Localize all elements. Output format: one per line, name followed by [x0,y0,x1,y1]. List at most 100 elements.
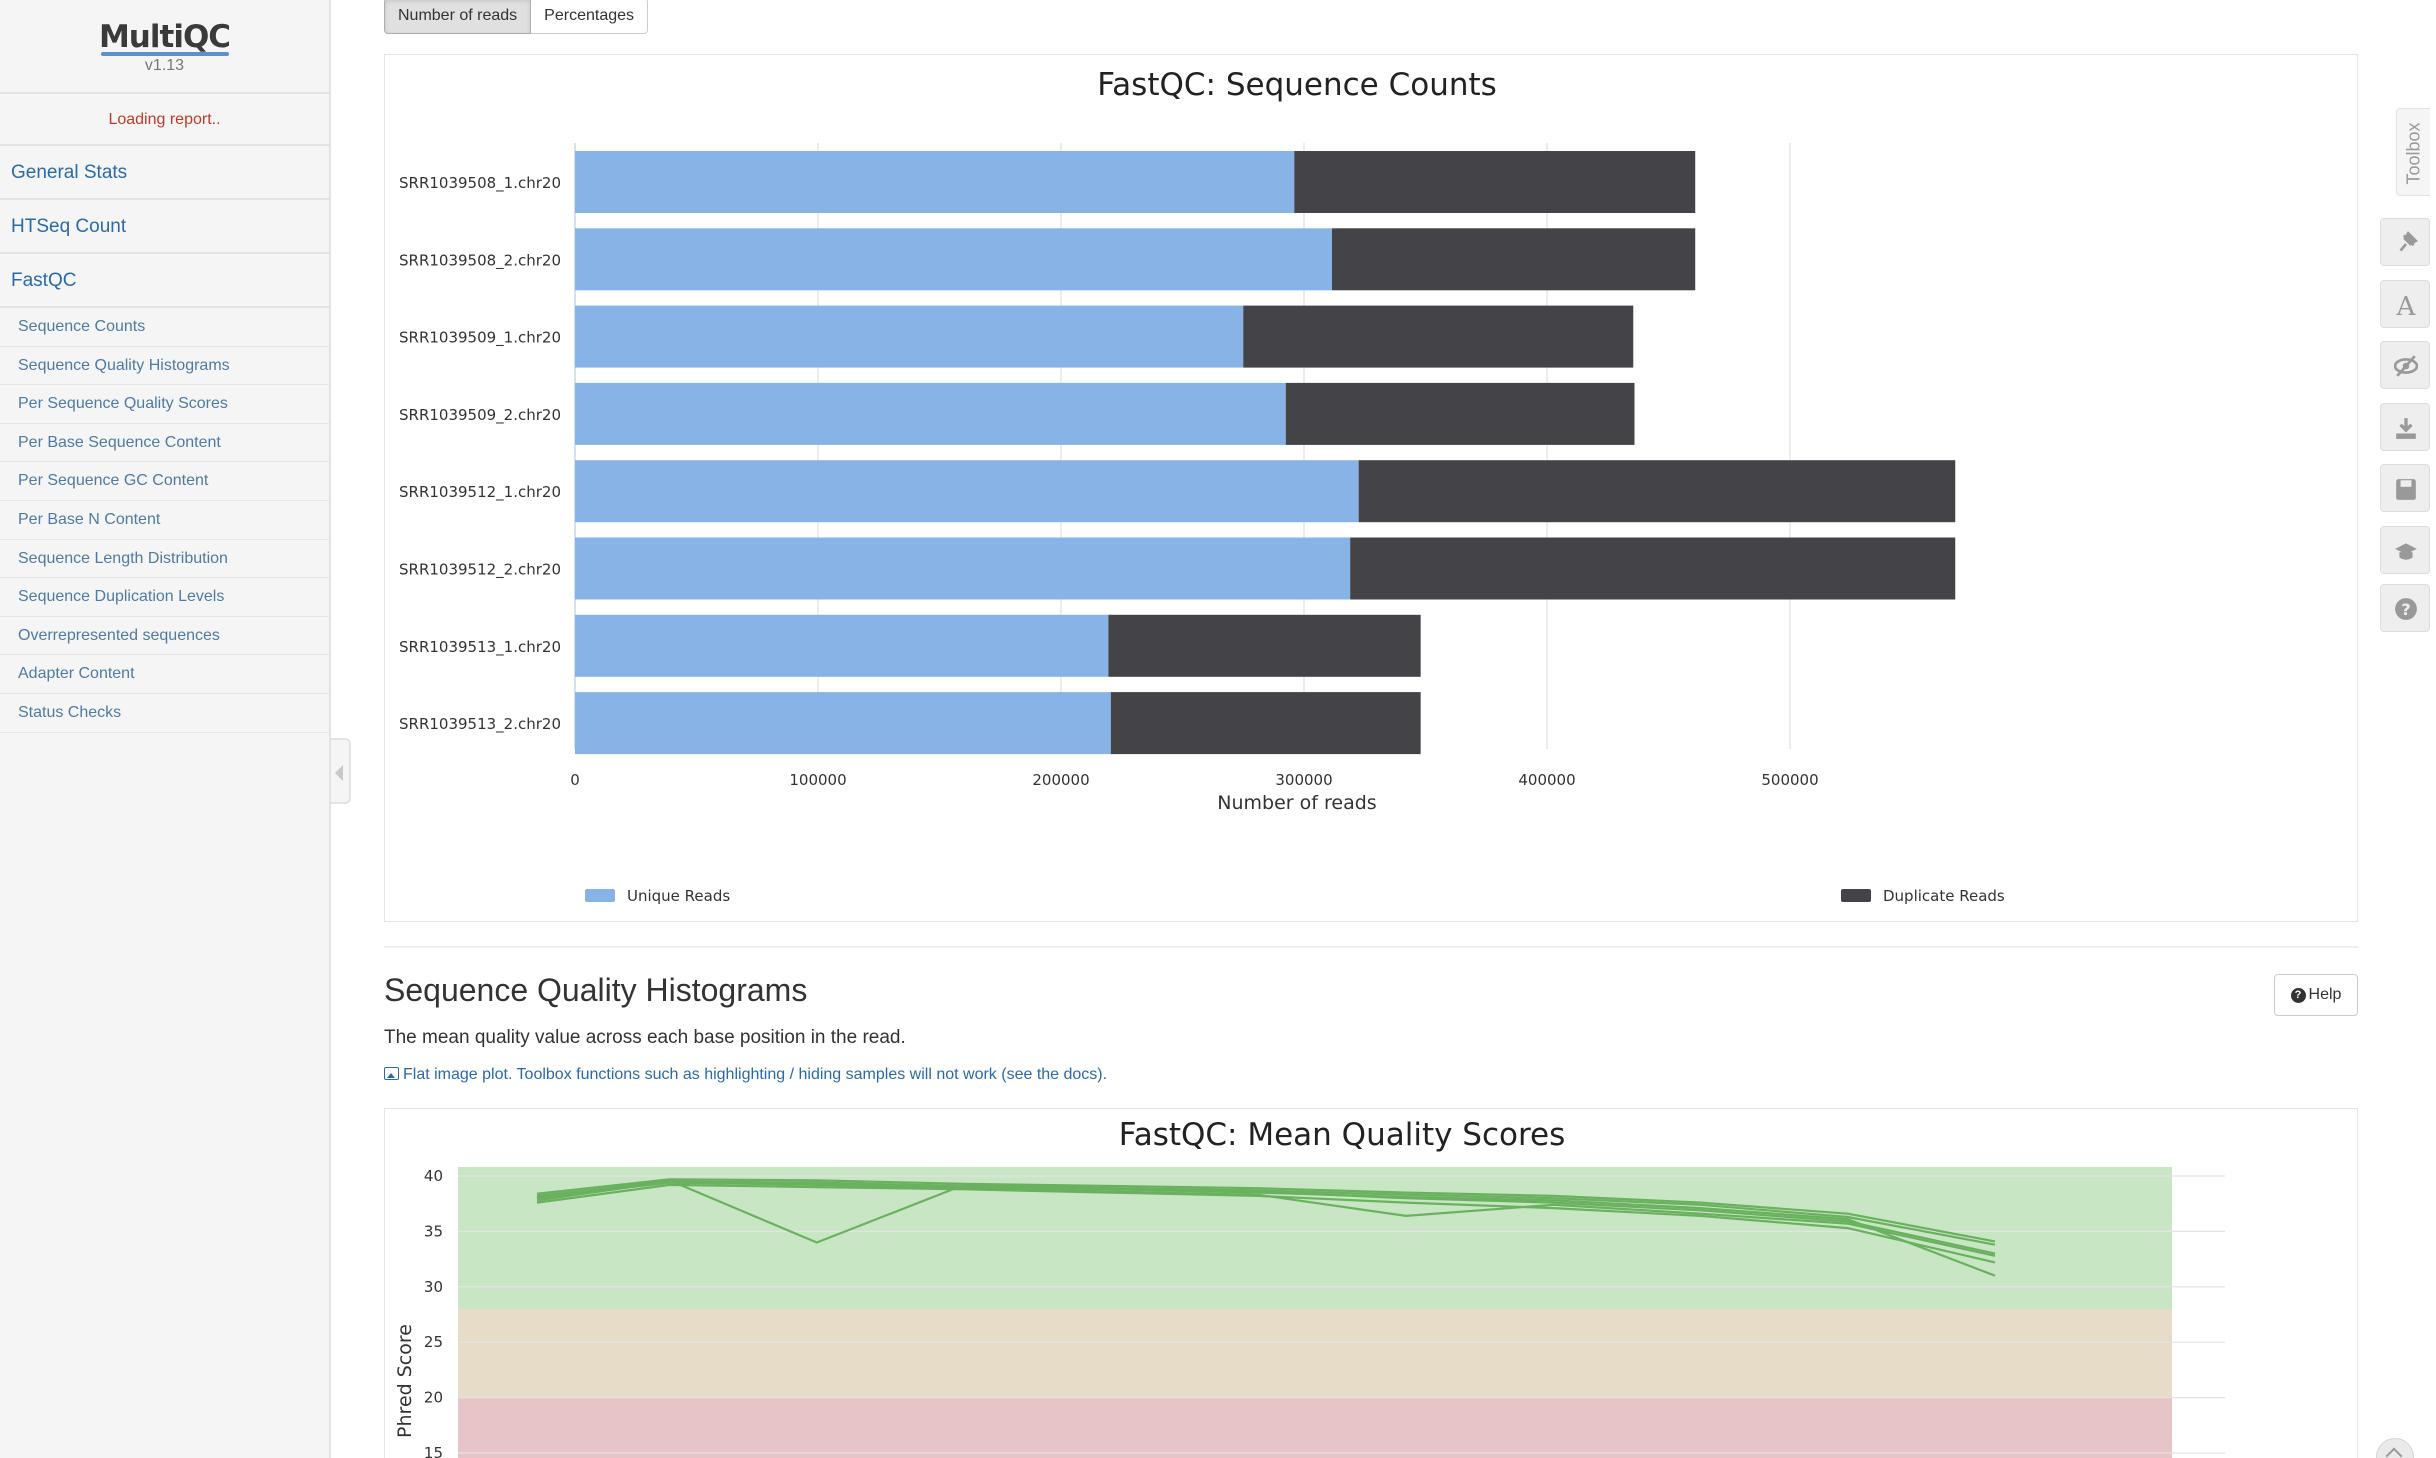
y-axis-label: Phred Score [394,1324,416,1438]
category-label: SRR1039513_1.chr20 [399,638,561,657]
pin-icon [2399,231,2418,252]
legend-swatch [585,889,615,902]
bar-unique-reads [575,537,1351,600]
chart-title: FastQC: Sequence Counts [1097,67,1497,103]
bar-unique-reads [575,614,1109,677]
sequence-counts-plot: FastQC: Sequence Counts SRR1039508_1.chr2… [384,54,2358,922]
section-divider [384,946,2358,948]
bar-unique-reads [575,692,1111,755]
toolbox-label: Toolbox [2403,122,2424,185]
bar-unique-reads [575,382,1286,445]
toolbox-tab[interactable]: Toolbox [2396,108,2430,196]
image-icon [384,1067,399,1080]
sidebar: MultiQC v1.13 Loading report.. General S… [0,0,331,1458]
mean-quality-plot: FastQC: Mean Quality Scores 15 20 25 30 35 40 P… [384,1108,2358,1458]
save-icon [2396,479,2416,500]
help-label: Help [2308,986,2342,1003]
sidebar-subitem-sequence-quality-histograms[interactable]: Sequence Quality Histograms [0,347,329,386]
section-description: The mean quality value across each base … [384,1027,906,1048]
sidebar-item-fastqc[interactable]: FastQC [0,254,329,308]
chart-title: FastQC: Mean Quality Scores [1119,1117,1566,1153]
data-toggle-group: Number of reads Percentages [384,0,649,34]
mean-quality-chart: FastQC: Mean Quality Scores 15 20 25 30 35 40 P… [394,1117,2225,1458]
quality-band-bad [458,1397,2172,1458]
help-button[interactable]: ? Help [2274,974,2358,1016]
logo[interactable]: MultiQC v1.13 [0,0,329,94]
x-tick-label: 400000 [1518,771,1575,789]
eye-slash-icon [2394,355,2418,377]
font-icon: A [2396,293,2417,317]
svg-text:?: ? [2401,600,2411,619]
legend-label: Unique Reads [627,887,730,905]
legend-label: Duplicate Reads [1883,887,2005,905]
legend-swatch [1841,889,1871,902]
section-title: Sequence Quality Histograms [384,972,808,1008]
sidebar-subitem-overrepresented-sequences[interactable]: Overrepresented sequences [0,617,329,656]
bar-duplicate-reads [1285,382,1635,445]
y-tick-label: 35 [424,1222,443,1240]
sidebar-subitem-sequence-counts[interactable]: Sequence Counts [0,308,329,347]
svg-text:A: A [2396,293,2417,317]
sidebar-item-general-stats[interactable]: General Stats [0,146,329,200]
question-circle-icon: ? [2395,598,2417,620]
loading-status: Loading report.. [0,94,329,146]
toolbox-download-button[interactable] [2380,403,2430,451]
bar-duplicate-reads [1108,614,1421,677]
flat-note-text: Flat image plot. Toolbox functions such … [403,1066,1108,1083]
bar-duplicate-reads [1350,537,1956,600]
flat-image-note[interactable]: Flat image plot. Toolbox functions such … [384,1066,1107,1084]
bar-duplicate-reads [1294,151,1696,213]
toolbox-font-button[interactable]: A [2380,280,2430,328]
x-tick-label: 100000 [789,771,846,789]
category-label: SRR1039509_1.chr20 [399,329,561,348]
bar-duplicate-reads [1358,460,1956,523]
category-label: SRR1039509_2.chr20 [399,406,561,425]
sidebar-subitem-adapter-content[interactable]: Adapter Content [0,655,329,694]
sidebar-subitem-status-checks[interactable]: Status Checks [0,694,329,733]
quality-band-warn [458,1308,2172,1398]
number-of-reads-button[interactable]: Number of reads [384,0,532,34]
sidebar-subitem-per-sequence-gc-content[interactable]: Per Sequence GC Content [0,462,329,501]
bar-unique-reads [575,305,1244,368]
bar-duplicate-reads [1243,305,1634,368]
download-icon [2396,418,2416,439]
bar-duplicate-reads [1110,692,1421,755]
toolbox-save-button[interactable] [2380,464,2430,512]
version-label: v1.13 [144,57,185,74]
category-label: SRR1039512_1.chr20 [399,483,561,502]
x-tick-label: 0 [570,771,580,789]
y-tick-label: 20 [424,1389,443,1407]
category-label: SRR1039508_2.chr20 [399,251,561,270]
bar-unique-reads [575,228,1332,291]
bar-duplicate-reads [1331,228,1696,291]
bar-unique-reads [575,460,1359,523]
y-tick-label: 25 [424,1333,443,1351]
sidebar-subitem-sequence-length-distribution[interactable]: Sequence Length Distribution [0,540,329,579]
category-label: SRR1039513_2.chr20 [399,715,561,734]
percentages-button[interactable]: Percentages [531,0,649,34]
y-tick-label: 15 [424,1444,443,1458]
scroll-to-top-button[interactable] [2376,1438,2414,1458]
toolbox-graduation-cap-button[interactable] [2380,526,2430,574]
graduation-cap-icon [2395,543,2417,560]
y-tick-label: 30 [424,1278,443,1296]
sidebar-subitem-per-sequence-quality-scores[interactable]: Per Sequence Quality Scores [0,385,329,424]
sidebar-subitem-sequence-duplication-levels[interactable]: Sequence Duplication Levels [0,578,329,617]
sidebar-subitem-per-base-n-content[interactable]: Per Base N Content [0,501,329,540]
x-axis-label: Number of reads [1217,792,1376,814]
category-label: SRR1039508_1.chr20 [399,174,561,193]
x-tick-label: 500000 [1761,771,1818,789]
logo-text: MultiQC [98,19,231,55]
bar-unique-reads [575,151,1295,213]
y-tick-label: 40 [424,1167,443,1185]
toolbox-eye-slash-button[interactable] [2380,341,2430,389]
toolbox-pin-button[interactable] [2380,218,2430,266]
toolbox-question-circle-button[interactable]: ? [2380,584,2430,632]
question-circle-icon: ? [2290,988,2306,1003]
sidebar-subitem-per-base-sequence-content[interactable]: Per Base Sequence Content [0,424,329,463]
sidebar-item-htseq-count[interactable]: HTSeq Count [0,200,329,254]
sequence-counts-chart: FastQC: Sequence Counts SRR1039508_1.chr2… [399,67,2005,905]
x-tick-label: 200000 [1032,771,1089,789]
sidebar-collapse-toggle[interactable] [331,738,351,804]
x-tick-label: 300000 [1275,771,1332,789]
